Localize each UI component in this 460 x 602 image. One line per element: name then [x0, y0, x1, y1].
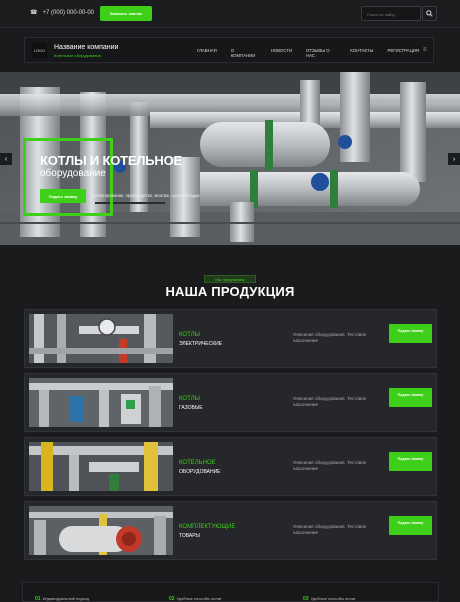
search-input[interactable]: Поиск по сайту [361, 6, 421, 21]
hero-next-arrow[interactable]: › [448, 153, 460, 165]
phone-icon: ☎ [30, 10, 38, 16]
callback-button[interactable]: Заказать звонок [100, 6, 152, 21]
product-card[interactable]: КОТЛЫ ГАЗОВЫЕ Описание оборудования. Тес… [24, 373, 437, 432]
product-request-button[interactable]: Подать заявку [389, 388, 432, 407]
section-title: НАША ПРОДУКЦИЯ [165, 284, 295, 299]
product-type: ГАЗОВЫЕ [179, 405, 203, 411]
hero-description: Проектирование, производство, монтаж, пу… [91, 193, 200, 198]
menu-item-news[interactable]: НОВОСТИ [271, 48, 292, 58]
product-image [29, 378, 173, 427]
product-type: ТОВАРЫ [179, 533, 200, 539]
advantages-strip: 01 Индивидуальный подход 02 Удобные способ… [22, 582, 439, 602]
product-description: Описание оборудования. Тестовое наполнен… [293, 460, 367, 471]
menu-item-home[interactable]: ГЛАВНАЯ [197, 48, 217, 58]
hero-prev-arrow[interactable]: ‹ [0, 153, 12, 165]
top-bar: ☎ +7 (000) 000-00-00 Заказать звонок Пои… [0, 0, 460, 28]
search-icon [426, 10, 433, 17]
product-description: Описание оборудования. Тестовое наполнен… [293, 396, 367, 407]
logo[interactable]: LOGO [32, 43, 47, 58]
product-card[interactable]: КОТЛЫ ЭЛЕКТРИЧЕСКИЕ Описание оборудовани… [24, 309, 437, 368]
main-navbar: LOGO Название компании Котельное оборудо… [24, 37, 434, 63]
product-category: КОТЛЫ [179, 396, 200, 402]
advantage-item: 03 Удобные способы оплат [303, 596, 356, 602]
product-category: КОТЛЫ [179, 332, 200, 338]
product-request-button[interactable]: Подать заявку [389, 516, 432, 535]
advantage-item: 02 Удобные способы оплат [169, 596, 222, 602]
company-name: Название компании [54, 44, 119, 51]
product-image [29, 314, 173, 363]
product-request-button[interactable]: Подать заявку [389, 324, 432, 343]
product-card[interactable]: КОТЕЛЬНОЕ ОБОРУДОВАНИЕ Описание оборудов… [24, 437, 437, 496]
product-card[interactable]: КОМПЛЕКТУЮЩИЕ ТОВАРЫ Описание оборудован… [24, 501, 437, 560]
menu-item-about[interactable]: О КОМПАНИИ [231, 48, 257, 58]
product-category: КОТЕЛЬНОЕ [179, 460, 216, 466]
menu-item-reviews[interactable]: ОТЗЫВЫ О НАС [306, 48, 336, 58]
product-category: КОМПЛЕКТУЮЩИЕ [179, 524, 236, 530]
product-image [29, 506, 173, 555]
phone-number[interactable]: +7 (000) 000-00-00 [42, 10, 94, 16]
hero-banner: КОТЛЫ И КОТЕЛЬНОЕ оборудование Подать за… [0, 72, 460, 245]
product-request-button[interactable]: Подать заявку [389, 452, 432, 471]
product-image [29, 442, 173, 491]
search-button[interactable] [422, 6, 437, 21]
menu-item-contacts[interactable]: КОНТАКТЫ [350, 48, 373, 58]
hero-subtitle: оборудование [40, 168, 106, 179]
chevron-right-icon: › [452, 155, 456, 163]
hero-title: КОТЛЫ И КОТЕЛЬНОЕ [40, 153, 182, 168]
company-tagline: Котельное оборудование [54, 53, 101, 58]
menu-item-registration[interactable]: РЕГИСТРАЦИЯ [387, 48, 419, 58]
product-description: Описание оборудования. Тестовое наполнен… [293, 524, 367, 535]
main-menu: ГЛАВНАЯ О КОМПАНИИ НОВОСТИ ОТЗЫВЫ О НАС … [197, 48, 433, 58]
hero-request-button[interactable]: Подать заявку [40, 189, 86, 203]
phone-block[interactable]: ☎ +7 (000) 000-00-00 [30, 9, 94, 17]
chevron-left-icon: ‹ [4, 155, 8, 163]
product-type: ЭЛЕКТРИЧЕСКИЕ [179, 341, 223, 347]
product-description: Описание оборудования. Тестовое наполнен… [293, 332, 367, 343]
advantage-item: 01 Индивидуальный подход [35, 596, 89, 602]
section-badge: Мы предлагаем [204, 275, 256, 283]
product-type: ОБОРУДОВАНИЕ [179, 469, 221, 475]
menu-burger-icon[interactable]: ≡ [423, 47, 427, 53]
